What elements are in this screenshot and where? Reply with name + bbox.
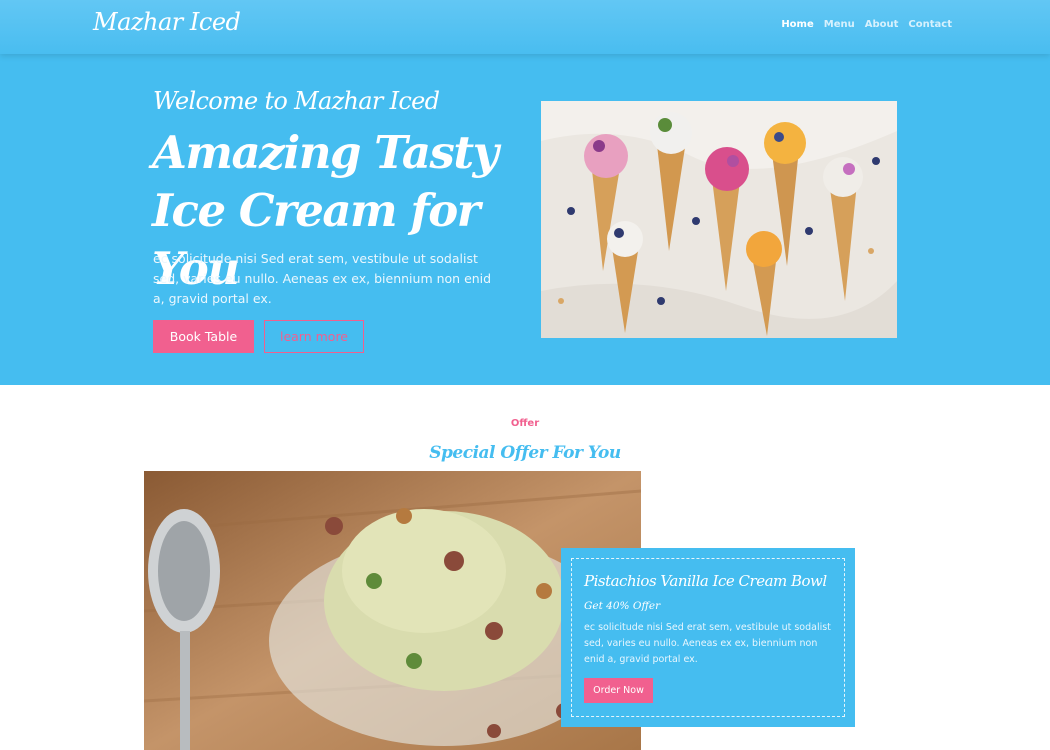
ice-cream-cones-image — [541, 101, 897, 338]
offer-card-discount: Get 40% Offer — [584, 600, 661, 612]
nav-home[interactable]: Home — [781, 19, 813, 30]
offer-card-text: ec solicitude nisi Sed erat sem, vestibu… — [584, 622, 831, 665]
offer-card-border: Pistachios Vanilla Ice Cream Bowl Get 40… — [571, 558, 845, 717]
nav-about[interactable]: About — [865, 19, 899, 30]
learn-more-button[interactable]: learn more — [264, 320, 364, 353]
hero-section: Welcome to Mazhar Iced Amazing Tasty Ice… — [0, 54, 1050, 385]
hero-text: ec solicitude nisi Sed erat sem, vestibu… — [153, 251, 492, 306]
offer-card-title: Pistachios Vanilla Ice Cream Bowl — [584, 572, 827, 590]
book-table-button[interactable]: Book Table — [153, 320, 254, 353]
hero-welcome: Welcome to Mazhar Iced — [153, 87, 440, 115]
brand-logo[interactable]: Mazhar Iced — [93, 8, 241, 36]
offer-kicker: Offer — [510, 418, 540, 429]
order-now-button[interactable]: Order Now — [584, 678, 653, 703]
nav-contact[interactable]: Contact — [908, 19, 952, 30]
nav-menu[interactable]: Menu — [824, 19, 855, 30]
main-nav: Home Menu About Contact — [781, 19, 952, 30]
navbar: Mazhar Iced Home Menu About Contact — [0, 0, 1050, 54]
offer-card: Pistachios Vanilla Ice Cream Bowl Get 40… — [561, 548, 855, 727]
offer-heading: Special Offer For You — [429, 443, 621, 463]
